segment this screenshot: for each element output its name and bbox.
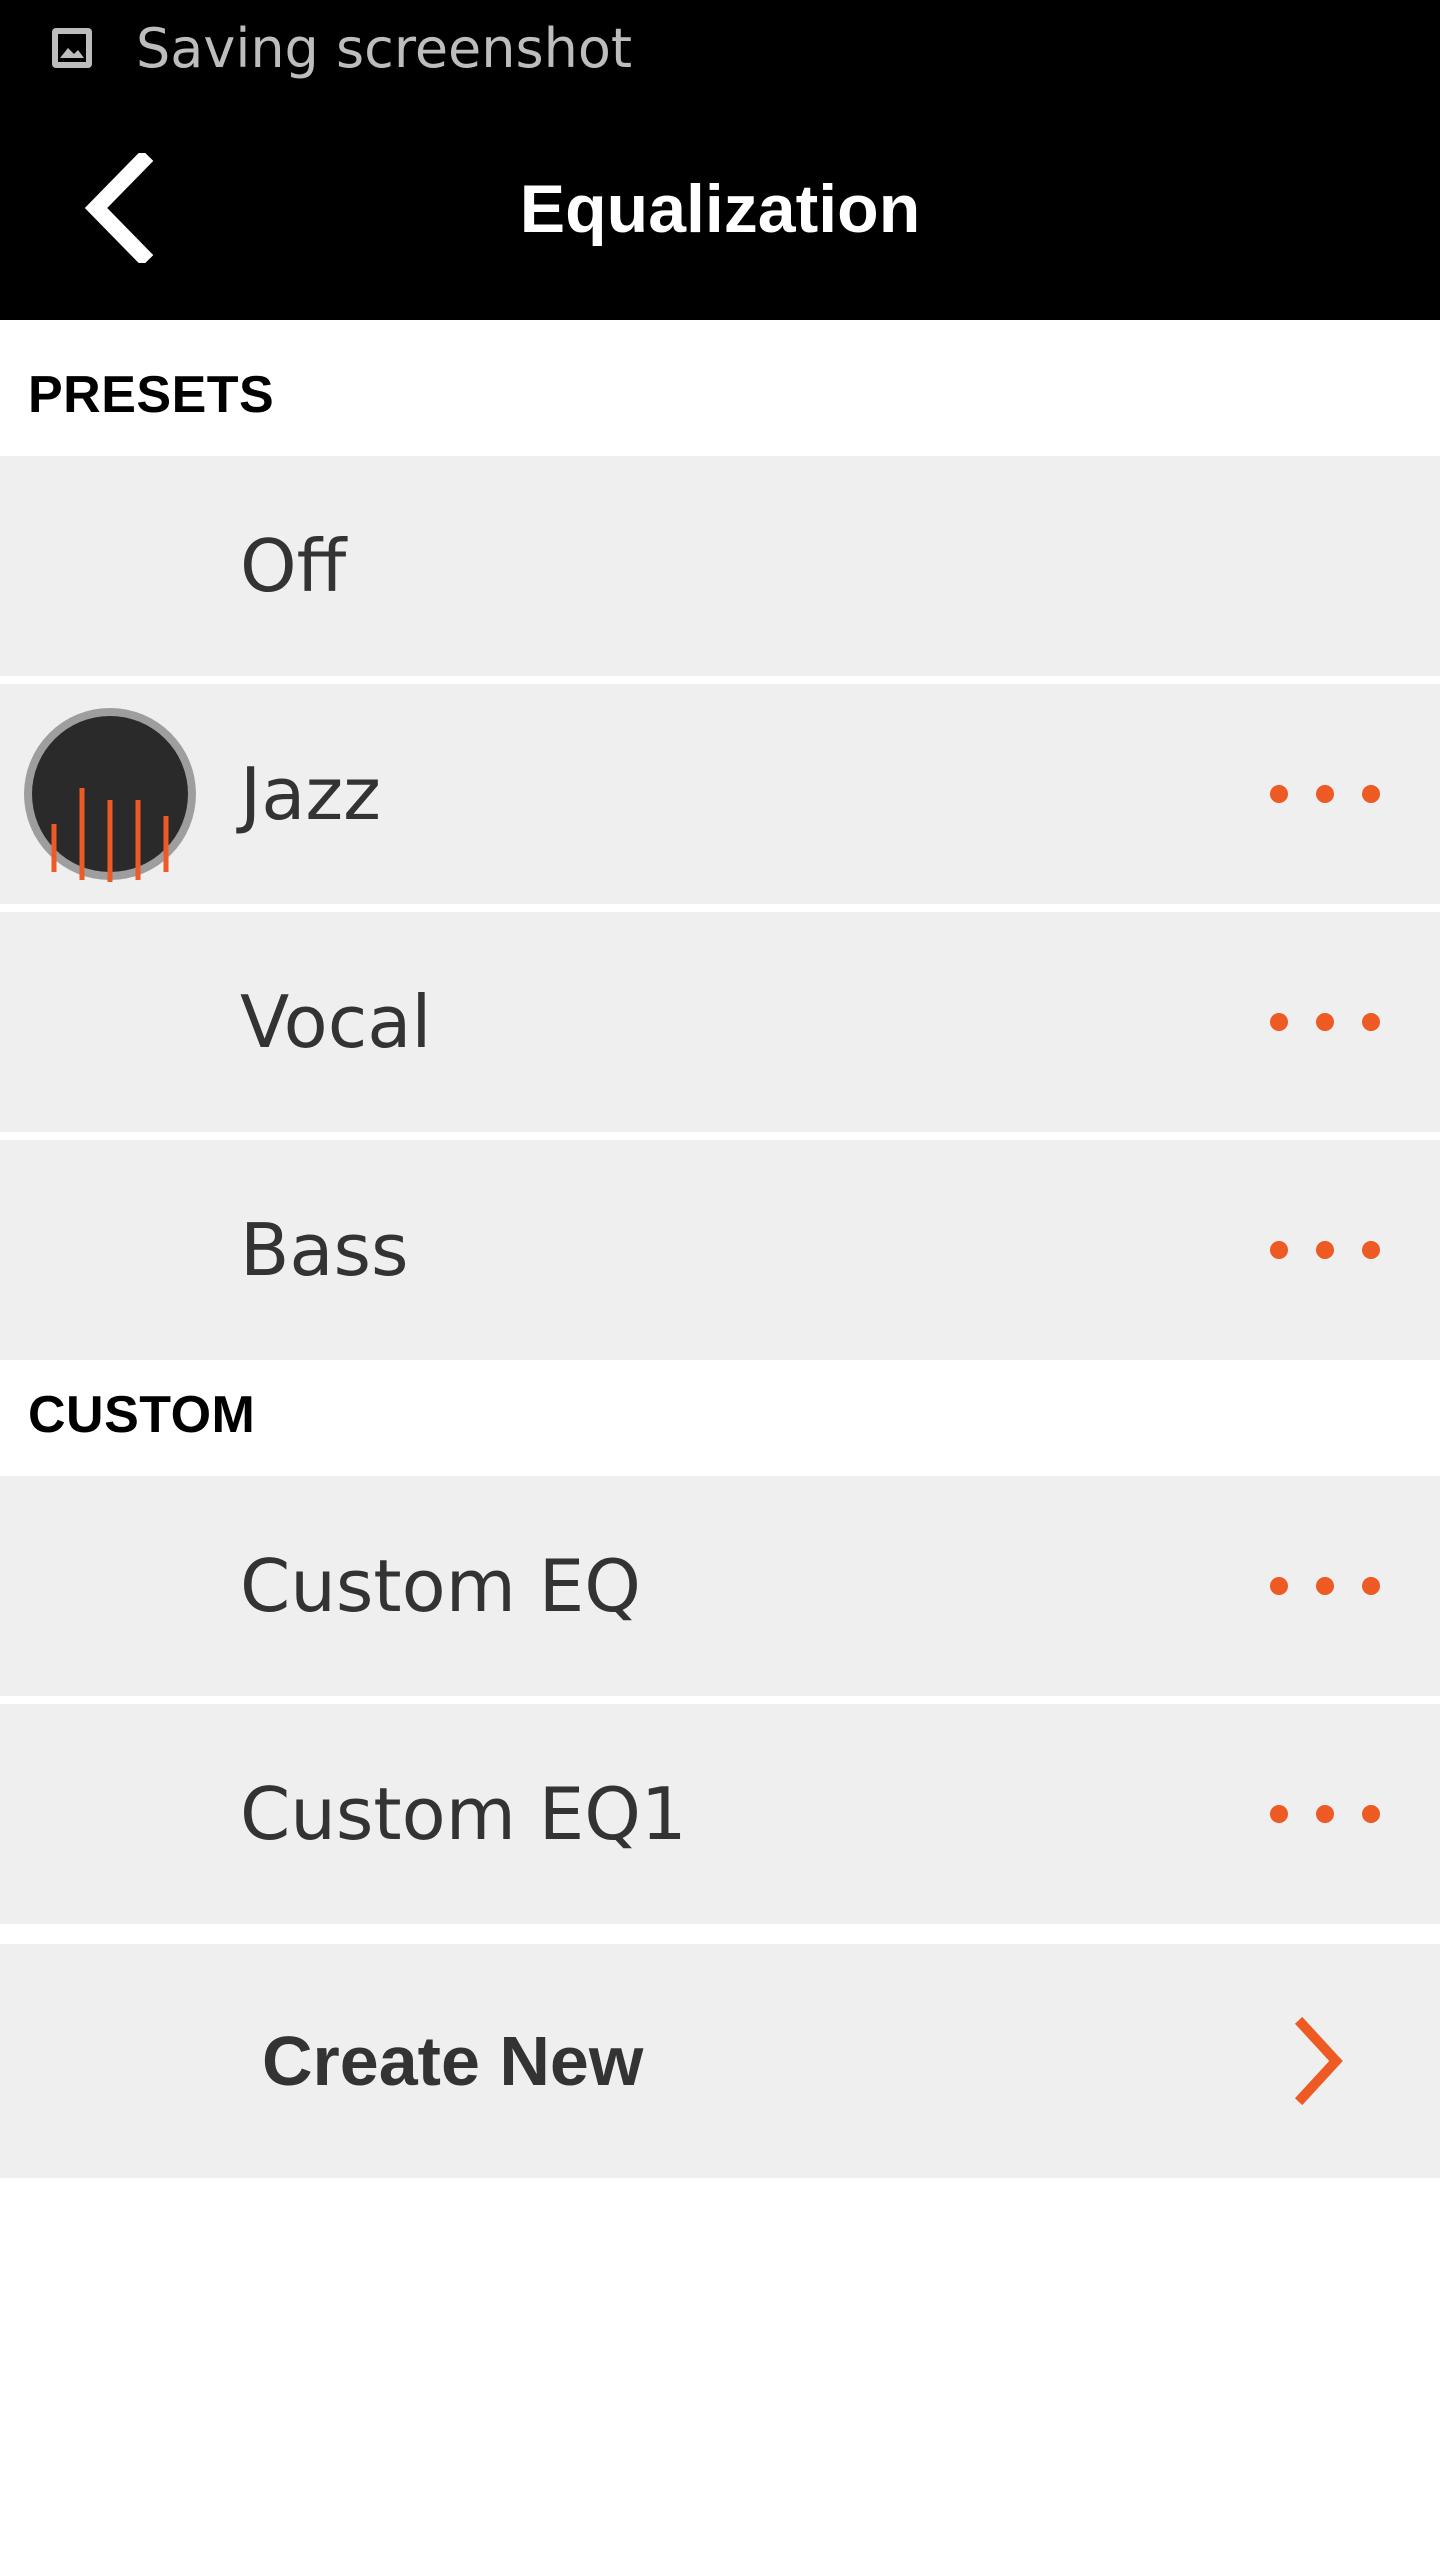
preset-label: Jazz [240,752,381,836]
image-icon [52,28,92,68]
chevron-right-icon [1294,2016,1343,2106]
more-dots-icon [1316,1013,1334,1031]
status-text: Saving screenshot [136,17,633,80]
custom-row-custom-eq[interactable]: Custom EQ [0,1476,1440,1696]
more-dots-icon [1270,1805,1288,1823]
preset-row-bass[interactable]: Bass [0,1140,1440,1360]
more-dots-icon [1362,1241,1380,1259]
app-bar: Equalization [0,98,1440,320]
equalizer-active-icon [24,708,196,882]
more-dots-icon [1270,1241,1288,1259]
more-options-button[interactable] [1270,754,1380,834]
more-dots-icon [1316,1241,1334,1259]
status-bar: Saving screenshot [0,0,1440,98]
more-dots-icon [1270,1013,1288,1031]
more-dots-icon [1362,1805,1380,1823]
more-dots-icon [1316,785,1334,803]
back-button[interactable] [60,148,180,268]
more-dots-icon [1362,1013,1380,1031]
more-options-button[interactable] [1270,1774,1380,1854]
preset-label: Off [240,524,347,608]
more-dots-icon [1270,785,1288,803]
preset-row-off[interactable]: Off [0,456,1440,676]
custom-label: Custom EQ1 [240,1772,687,1856]
section-header-presets: PRESETS [28,366,275,424]
more-dots-icon [1270,1577,1288,1595]
more-options-button[interactable] [1270,1210,1380,1290]
chevron-left-icon [84,153,154,263]
preset-label: Vocal [240,980,432,1064]
more-options-button[interactable] [1270,1546,1380,1626]
more-dots-icon [1362,785,1380,803]
page-title: Equalization [519,171,921,247]
custom-label: Custom EQ [240,1544,641,1628]
preset-row-jazz[interactable]: Jazz [0,684,1440,904]
more-dots-icon [1362,1577,1380,1595]
section-header-custom: CUSTOM [28,1386,256,1444]
more-dots-icon [1316,1805,1334,1823]
custom-row-custom-eq1[interactable]: Custom EQ1 [0,1704,1440,1924]
preset-row-vocal[interactable]: Vocal [0,912,1440,1132]
create-new-label: Create New [262,2022,644,2100]
more-dots-icon [1316,1577,1334,1595]
create-new-button[interactable]: Create New [0,1944,1440,2178]
preset-label: Bass [240,1208,409,1292]
more-options-button[interactable] [1270,982,1380,1062]
